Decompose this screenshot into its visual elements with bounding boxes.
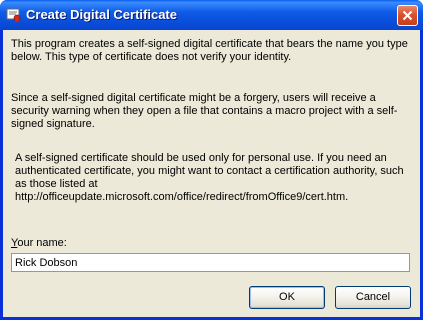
dialog-body: This program creates a self-signed digit…	[3, 30, 420, 317]
ok-button[interactable]: OK	[249, 286, 325, 309]
intro-text: This program creates a self-signed digit…	[11, 38, 408, 63]
title-bar[interactable]: Create Digital Certificate	[0, 0, 423, 30]
certificate-icon	[6, 7, 22, 23]
name-label-text: our name:	[17, 237, 67, 249]
cancel-button[interactable]: Cancel	[335, 286, 411, 309]
dialog-window: Create Digital Certificate This program …	[0, 0, 423, 320]
close-icon	[402, 10, 413, 21]
close-button[interactable]	[397, 5, 418, 26]
window-title: Create Digital Certificate	[26, 7, 177, 22]
name-input[interactable]	[11, 253, 410, 272]
personal-use-text: A self-signed certificate should be used…	[15, 152, 404, 203]
name-label: Your name:	[11, 237, 67, 249]
forgery-warning-text: Since a self-signed digital certificate …	[11, 92, 398, 130]
